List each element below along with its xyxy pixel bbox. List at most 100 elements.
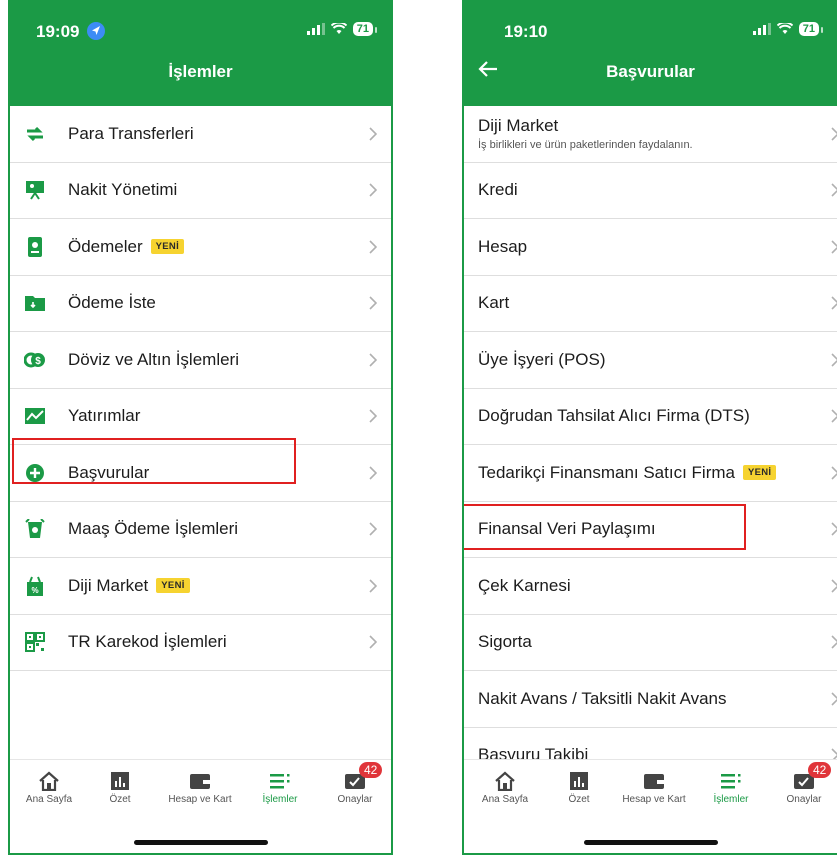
transactions-list-icon	[270, 774, 290, 789]
page-title: Başvurular	[606, 62, 695, 81]
chevron-right-icon	[831, 296, 837, 310]
chevron-right-icon	[831, 240, 837, 254]
application-item-tedarikci-finansmani[interactable]: Tedarikçi Finansmanı Satıcı Firma YENİ	[464, 445, 837, 502]
transactions-list-icon	[721, 774, 741, 789]
menu-list: Para Transferleri Nakit Yönetimi Ödemele…	[10, 106, 391, 671]
chevron-right-icon	[831, 127, 837, 141]
status-time: 19:10	[504, 22, 548, 41]
battery-indicator: 71	[798, 22, 824, 36]
battery-indicator: 71	[352, 22, 378, 36]
bar-chart-icon	[111, 772, 129, 790]
chevron-right-icon	[831, 522, 837, 536]
application-item-cek-karnesi[interactable]: Çek Karnesi	[464, 558, 837, 615]
phone-screen-basvurular: 19:10 71 Başvurular Diji Market İş birlik…	[462, 0, 837, 855]
menu-item-odemeler[interactable]: Ödemeler YENİ	[10, 219, 391, 276]
application-item-sigorta[interactable]: Sigorta	[464, 615, 837, 671]
tab-islemler[interactable]: İşlemler	[245, 768, 315, 805]
transfer-arrows-icon	[27, 126, 43, 141]
menu-item-maas-odeme[interactable]: Maaş Ödeme İşlemleri	[10, 502, 391, 558]
payment-receipt-icon	[28, 236, 42, 257]
menu-item-nakit-yonetimi[interactable]: Nakit Yönetimi	[10, 163, 391, 219]
page-title: İşlemler	[168, 62, 233, 81]
discount-bag-icon: %	[27, 576, 43, 596]
status-indicators: 71	[752, 22, 824, 36]
chevron-right-icon	[831, 183, 837, 197]
wallet-request-icon	[25, 296, 45, 312]
chevron-right-icon	[369, 240, 377, 254]
menu-item-diji-market[interactable]: % Diji Market YENİ	[10, 558, 391, 615]
application-item-kredi[interactable]: Kredi	[464, 163, 837, 219]
chevron-right-icon	[831, 579, 837, 593]
tab-hesap-ve-kart[interactable]: Hesap ve Kart	[619, 768, 689, 805]
tab-ozet[interactable]: Özet	[544, 768, 614, 805]
presentation-board-icon	[26, 181, 44, 200]
chevron-right-icon	[831, 692, 837, 706]
menu-item-yatirimlar[interactable]: Yatırımlar	[10, 389, 391, 445]
bar-chart-icon	[570, 772, 588, 790]
status-indicators: 71	[306, 22, 378, 36]
new-badge: YENİ	[156, 578, 190, 594]
status-time: 19:09	[36, 22, 106, 42]
chevron-right-icon	[369, 183, 377, 197]
chevron-right-icon	[369, 296, 377, 310]
application-item-nakit-avans[interactable]: Nakit Avans / Taksitli Nakit Avans	[464, 671, 837, 728]
tab-bar: Ana Sayfa Özet Hesap ve Kart İşlemler 42…	[10, 759, 391, 853]
chevron-right-icon	[831, 635, 837, 649]
highlight-box-finansal-veri	[464, 504, 746, 550]
tab-hesap-ve-kart[interactable]: Hesap ve Kart	[165, 768, 235, 805]
chevron-right-icon	[369, 635, 377, 649]
chevron-right-icon	[369, 579, 377, 593]
signal-icon	[752, 23, 771, 35]
highlight-box-basvurular	[12, 438, 296, 484]
svg-text:$: $	[35, 356, 41, 367]
chevron-right-icon	[831, 409, 837, 423]
signal-icon	[306, 23, 325, 35]
wallet-icon	[190, 774, 210, 789]
location-arrow-icon	[87, 22, 106, 40]
chevron-right-icon	[369, 409, 377, 423]
header: 19:09 71 İşlemler	[10, 2, 391, 106]
tab-onaylar[interactable]: 42 Onaylar	[769, 762, 837, 805]
menu-item-tr-karekod[interactable]: TR Karekod İşlemleri	[10, 615, 391, 671]
wifi-icon	[330, 23, 347, 34]
wallet-icon	[644, 774, 664, 789]
home-icon	[495, 771, 515, 791]
tab-ana-sayfa[interactable]: Ana Sayfa	[14, 768, 84, 805]
new-badge: YENİ	[742, 465, 777, 481]
currency-coins-icon: $	[24, 352, 45, 368]
chart-line-icon	[25, 408, 45, 425]
menu-item-odeme-iste[interactable]: Ödeme İste	[10, 276, 391, 332]
chevron-right-icon	[369, 522, 377, 536]
application-item-hesap[interactable]: Hesap	[464, 219, 837, 276]
application-list: Diji Market İş birlikleri ve ürün paketle…	[464, 106, 837, 784]
notification-count-badge: 42	[808, 762, 832, 778]
application-item-kart[interactable]: Kart	[464, 276, 837, 332]
menu-item-para-transferleri[interactable]: Para Transferleri	[10, 106, 391, 163]
item-description: İş birlikleri ve ürün paketlerinden fayd…	[478, 139, 693, 152]
application-item-uye-isyeri[interactable]: Üye İşyeri (POS)	[464, 332, 837, 389]
menu-item-doviz-altin[interactable]: $ Döviz ve Altın İşlemleri	[10, 332, 391, 389]
chevron-right-icon	[369, 353, 377, 367]
chevron-right-icon	[831, 353, 837, 367]
chevron-right-icon	[369, 127, 377, 141]
wifi-icon	[776, 23, 793, 34]
qr-code-icon	[25, 632, 45, 653]
application-item-diji-market[interactable]: Diji Market İş birlikleri ve ürün paketle…	[464, 106, 837, 163]
tab-ozet[interactable]: Özet	[85, 768, 155, 805]
tab-islemler[interactable]: İşlemler	[696, 768, 766, 805]
notification-count-badge: 42	[359, 762, 383, 778]
tab-onaylar[interactable]: 42 Onaylar	[320, 762, 390, 805]
tab-ana-sayfa[interactable]: Ana Sayfa	[470, 768, 540, 805]
chevron-right-icon	[369, 466, 377, 480]
home-indicator	[133, 840, 268, 845]
tab-bar: Ana Sayfa Özet Hesap ve Kart İşlemler 42…	[464, 759, 837, 853]
svg-text:%: %	[31, 586, 38, 595]
salary-bag-icon	[25, 519, 45, 539]
chevron-right-icon	[831, 466, 837, 480]
header: 19:10 71 Başvurular	[464, 2, 837, 106]
phone-screen-islemler: 19:09 71 İşlemler Para Transferleri Naki…	[8, 0, 393, 855]
application-item-dts[interactable]: Doğrudan Tahsilat Alıcı Firma (DTS)	[464, 389, 837, 445]
new-badge: YENİ	[150, 239, 185, 255]
home-icon	[39, 771, 59, 791]
home-indicator	[583, 840, 718, 845]
